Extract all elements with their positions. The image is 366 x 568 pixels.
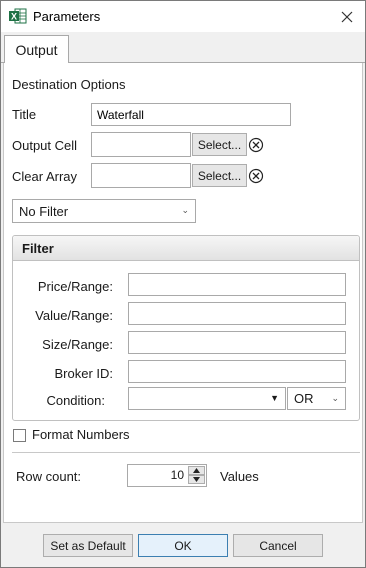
select-button-label: Select...	[197, 137, 242, 152]
logic-dropdown[interactable]: OR ⌄	[287, 387, 346, 410]
excel-icon: X	[9, 8, 27, 24]
format-numbers-label: Format Numbers	[32, 427, 130, 442]
output-cell-label: Output Cell	[12, 138, 78, 153]
logic-value: OR	[294, 391, 314, 406]
value-range-label: Value/Range:	[35, 308, 113, 323]
row-count-suffix: Values	[220, 469, 259, 484]
filter-group: Filter Price/Range: Value/Range: Size/Ra…	[12, 235, 360, 421]
spin-down-button[interactable]	[188, 475, 205, 484]
ok-label: OK	[174, 538, 192, 553]
format-numbers-checkbox[interactable]	[13, 429, 26, 442]
svg-text:X: X	[11, 12, 17, 22]
broker-id-input[interactable]	[128, 360, 346, 383]
tab-output[interactable]: Output	[4, 35, 69, 64]
circle-x-icon[interactable]	[248, 168, 264, 184]
window-title: Parameters	[33, 9, 101, 24]
destination-options-heading: Destination Options	[12, 77, 126, 92]
clear-array-label: Clear Array	[12, 169, 78, 184]
select-button-label: Select...	[197, 168, 242, 183]
filter-group-header: Filter	[13, 236, 359, 261]
footer: Set as Default OK Cancel	[1, 523, 365, 567]
set-default-button[interactable]: Set as Default	[43, 534, 133, 557]
clear-array-input[interactable]	[91, 163, 191, 188]
title-input[interactable]	[91, 103, 291, 126]
output-panel: Destination Options Title Output Cell Se…	[3, 63, 363, 523]
spin-up-button[interactable]	[188, 466, 205, 475]
size-range-input[interactable]	[128, 331, 346, 354]
tab-output-label: Output	[15, 42, 58, 58]
circle-x-icon[interactable]	[248, 137, 264, 153]
caret-down-icon	[193, 477, 200, 482]
cancel-label: Cancel	[259, 538, 297, 553]
price-range-input[interactable]	[128, 273, 346, 296]
broker-id-label: Broker ID:	[54, 366, 113, 381]
tab-strip: Output	[1, 32, 365, 64]
filter-type-value: No Filter	[19, 203, 69, 219]
size-range-label: Size/Range:	[42, 337, 113, 352]
row-count-stepper[interactable]: 10	[127, 464, 207, 487]
set-default-label: Set as Default	[50, 538, 126, 553]
condition-dropdown[interactable]: ▼	[128, 387, 286, 410]
output-cell-select-button[interactable]: Select...	[192, 133, 247, 156]
chevron-down-icon: ⌄	[181, 205, 189, 215]
caret-up-icon	[193, 468, 200, 473]
output-cell-input[interactable]	[91, 132, 191, 157]
price-range-label: Price/Range:	[37, 279, 113, 294]
close-icon	[341, 11, 353, 22]
title-bar: X Parameters	[1, 1, 365, 32]
value-range-input[interactable]	[128, 302, 346, 325]
title-label: Title	[12, 107, 37, 122]
parameters-dialog: X Parameters Output Destination Options …	[0, 0, 366, 568]
condition-label: Condition:	[46, 393, 105, 408]
close-button[interactable]	[329, 1, 365, 32]
chevron-down-icon: ⌄	[331, 393, 339, 403]
cancel-button[interactable]: Cancel	[233, 534, 323, 557]
filter-type-dropdown[interactable]: No Filter ⌄	[12, 199, 196, 223]
row-count-value: 10	[170, 468, 184, 482]
ok-button[interactable]: OK	[138, 534, 228, 557]
clear-array-select-button[interactable]: Select...	[192, 164, 247, 187]
row-count-label: Row count:	[16, 469, 82, 484]
caret-down-icon: ▼	[270, 393, 279, 403]
divider	[12, 452, 360, 453]
